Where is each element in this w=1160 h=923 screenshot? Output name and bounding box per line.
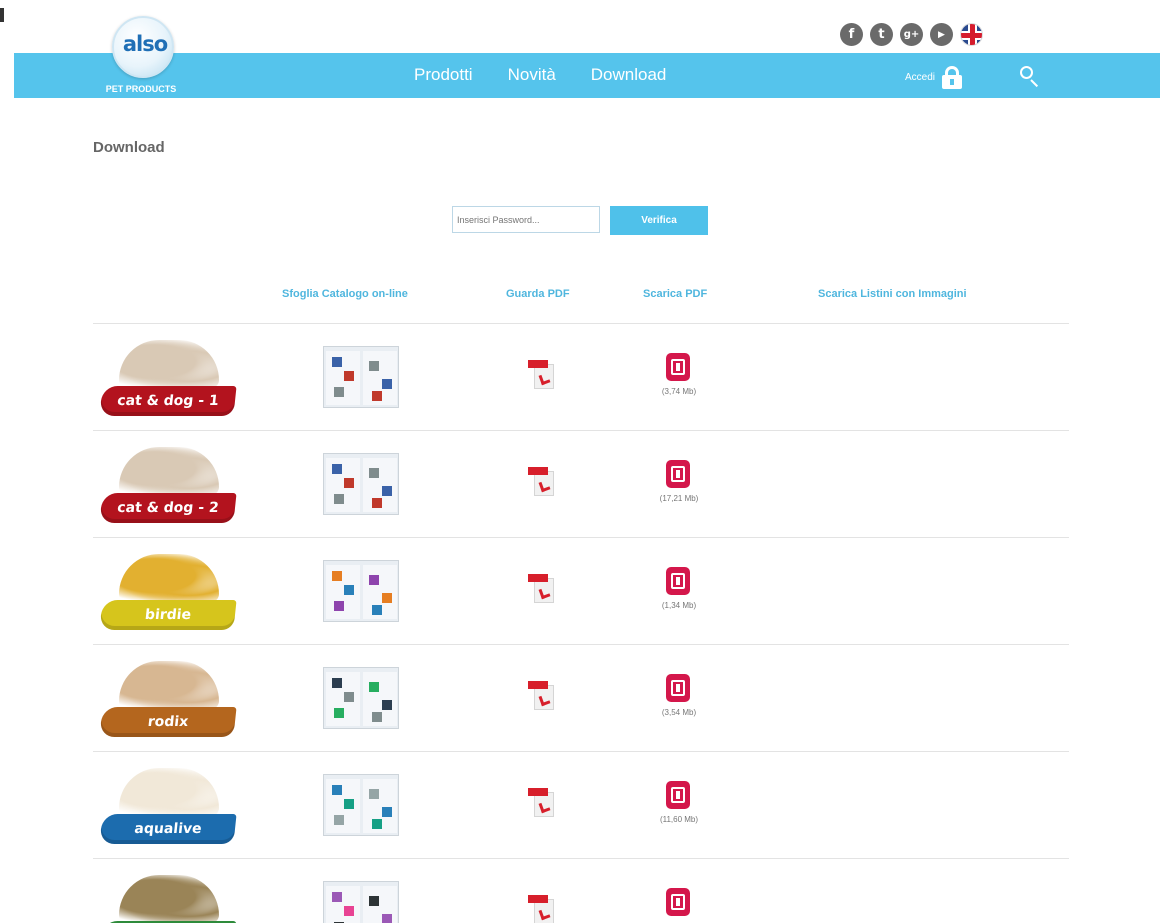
google-plus-icon[interactable]: g+ <box>900 23 923 46</box>
catalog-thumbnail[interactable] <box>323 881 399 923</box>
login-link[interactable]: Accedi <box>905 66 963 89</box>
uk-flag-icon[interactable] <box>960 23 983 46</box>
header-browse-catalog: Sfoglia Catalogo on-line <box>282 288 408 300</box>
page-title: Download <box>93 139 165 156</box>
social-links: f t g+ ▶ <box>840 23 983 47</box>
catalog-badge[interactable]: birdie <box>99 552 237 634</box>
menu-item-download[interactable]: Download <box>591 65 667 85</box>
catalog-thumbnail[interactable] <box>323 667 399 729</box>
view-pdf-icon[interactable] <box>528 681 556 711</box>
catalog-badge[interactable]: cat & dog - 2 <box>99 445 237 527</box>
lock-icon <box>941 66 963 89</box>
catalog-thumbnail[interactable] <box>323 560 399 622</box>
download-pdf-icon[interactable] <box>666 781 690 809</box>
catalog-artwork <box>119 661 219 709</box>
password-input[interactable] <box>452 206 600 233</box>
logo-subtitle: PET PRODUCTS <box>105 84 177 94</box>
catalog-name: birdie <box>99 600 237 630</box>
file-size: (1,34 Mb) <box>661 601 697 610</box>
brand-logo[interactable]: also PET PRODUCTS <box>86 14 196 98</box>
download-pdf-icon[interactable] <box>666 460 690 488</box>
catalog-thumbnail[interactable] <box>323 346 399 408</box>
catalog-name: aqualive <box>99 814 237 844</box>
catalog-name: rodix <box>99 707 237 737</box>
catalog-thumbnail[interactable] <box>323 453 399 515</box>
view-pdf-icon[interactable] <box>528 360 556 390</box>
view-pdf-icon[interactable] <box>528 574 556 604</box>
file-size: (11,60 Mb) <box>659 815 699 824</box>
download-pdf-icon[interactable] <box>666 567 690 595</box>
table-row: cat & dog - 2 (17,21 Mb) <box>93 430 1069 537</box>
catalog-artwork <box>119 447 219 495</box>
login-label: Accedi <box>905 71 936 83</box>
header-view-pdf: Guarda PDF <box>506 288 570 300</box>
header-download-pdf: Scarica PDF <box>643 288 708 300</box>
table-row: rodix (3,54 Mb) <box>93 644 1069 751</box>
download-pdf-icon[interactable] <box>666 888 690 916</box>
header-price-lists: Scarica Listini con Immagini <box>818 288 967 300</box>
menu-item-prodotti[interactable]: Prodotti <box>414 65 473 85</box>
catalog-badge[interactable]: rodix <box>99 659 237 741</box>
file-size: (3,54 Mb) <box>661 708 697 717</box>
catalog-name: cat & dog - 2 <box>99 493 237 523</box>
catalog-badge[interactable] <box>99 873 237 923</box>
catalog-artwork <box>119 554 219 602</box>
table-row: birdie (1,34 Mb) <box>93 537 1069 644</box>
download-pdf-icon[interactable] <box>666 674 690 702</box>
catalog-badge[interactable]: cat & dog - 1 <box>99 338 237 420</box>
catalog-name: cat & dog - 1 <box>99 386 237 416</box>
view-pdf-icon[interactable] <box>528 467 556 497</box>
menu-item-novita[interactable]: Novità <box>508 65 556 85</box>
main-menu: Prodotti Novità Download <box>414 65 666 85</box>
catalog-thumbnail[interactable] <box>323 774 399 836</box>
table-row: cat & dog - 1 (3,74 Mb) <box>93 323 1069 430</box>
logo-circle: also <box>112 16 174 78</box>
search-icon[interactable] <box>1020 66 1042 88</box>
logo-text: also <box>122 32 168 56</box>
verify-button[interactable]: Verifica <box>610 206 708 235</box>
download-pdf-icon[interactable] <box>666 353 690 381</box>
file-size: (3,74 Mb) <box>661 387 697 396</box>
facebook-icon[interactable]: f <box>840 23 863 46</box>
catalog-artwork <box>119 768 219 816</box>
password-form: Verifica <box>452 206 708 235</box>
view-pdf-icon[interactable] <box>528 788 556 818</box>
catalog-artwork <box>119 340 219 388</box>
table-row: aqualive (11,60 Mb) <box>93 751 1069 858</box>
view-pdf-icon[interactable] <box>528 895 556 923</box>
file-size: (17,21 Mb) <box>659 494 699 503</box>
twitter-icon[interactable]: t <box>870 23 893 46</box>
corner-mark <box>0 8 4 22</box>
catalog-artwork <box>119 875 219 923</box>
catalog-badge[interactable]: aqualive <box>99 766 237 848</box>
youtube-icon[interactable]: ▶ <box>930 23 953 46</box>
table-row <box>93 858 1069 923</box>
